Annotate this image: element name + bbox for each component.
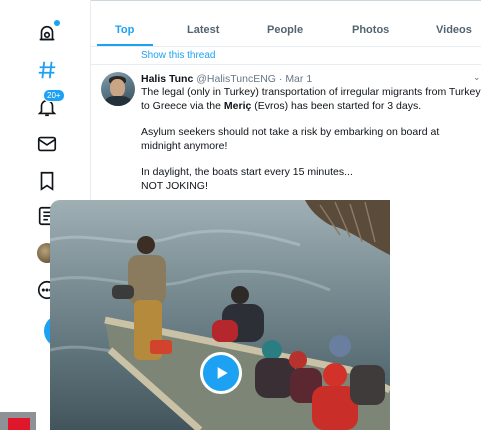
messages-icon[interactable]	[35, 132, 59, 156]
notification-settings-icon[interactable]	[35, 20, 60, 46]
tweet-text-part: (Evros) has been started for 3 days.	[251, 99, 422, 112]
tab-videos[interactable]: Videos	[436, 24, 472, 36]
bookmarks-icon[interactable]	[35, 169, 59, 193]
tab-top[interactable]: Top	[115, 24, 134, 36]
author-handle[interactable]: @HalisTuncENG	[196, 73, 276, 85]
tab-photos[interactable]: Photos	[352, 24, 389, 36]
show-thread-link[interactable]: Show this thread	[141, 50, 216, 61]
tweet-video[interactable]	[50, 200, 390, 430]
tweet-text-bold: Meriç	[223, 99, 252, 112]
tab-bar: Top Latest People Photos Videos	[91, 16, 481, 47]
tweet-header: Halis Tunc @HalisTuncENG · Mar 1	[141, 73, 312, 85]
tweet-author-avatar[interactable]	[101, 72, 135, 106]
notifications-badge: 20+	[43, 89, 65, 102]
tweet-divider	[91, 64, 481, 65]
play-button[interactable]	[200, 352, 242, 394]
tweet-paragraph-1: The legal (only in Turkey) transportatio…	[141, 86, 481, 113]
tweet-date[interactable]: Mar 1	[285, 73, 312, 85]
unread-dot	[54, 20, 60, 26]
corner-badge	[0, 412, 36, 430]
separator: ·	[278, 73, 283, 85]
tab-people[interactable]: People	[267, 24, 303, 36]
tab-latest[interactable]: Latest	[187, 24, 219, 36]
tweet-paragraph-3a: In daylight, the boats start every 15 mi…	[141, 166, 353, 178]
hashtag-icon[interactable]	[35, 58, 59, 82]
tweet-paragraph-2: Asylum seekers should not take a risk by…	[141, 126, 440, 152]
top-border	[91, 0, 481, 9]
tweet-paragraph-3b: NOT JOKING!	[141, 179, 208, 192]
tweet-menu-chevron-icon[interactable]: ⌄	[473, 72, 481, 83]
tweet-body: The legal (only in Turkey) transportatio…	[141, 86, 481, 193]
play-icon	[217, 367, 228, 379]
author-name[interactable]: Halis Tunc	[141, 73, 193, 85]
active-tab-indicator	[97, 44, 153, 46]
video-thumbnail-image	[50, 200, 390, 430]
notifications-bell-icon[interactable]: 20+	[35, 89, 65, 119]
